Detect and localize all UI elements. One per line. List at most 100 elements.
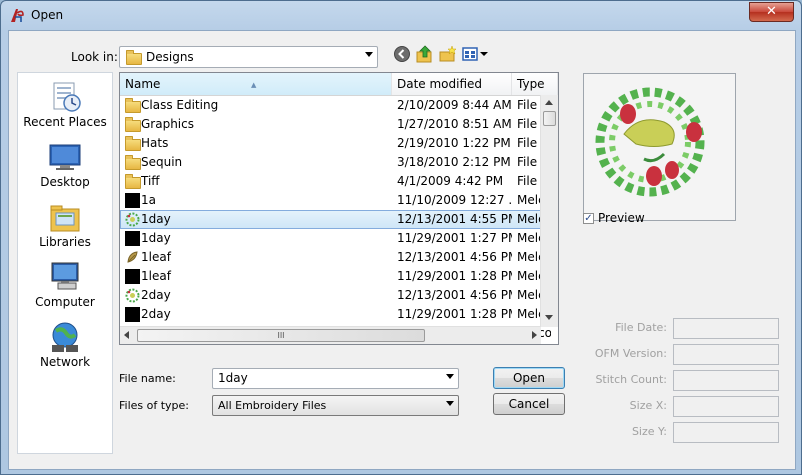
- info-field-label: OFM Version:: [594, 347, 667, 360]
- views-menu-icon: [462, 47, 478, 61]
- column-header-date[interactable]: Date modified: [392, 73, 512, 95]
- file-icon-cell: [125, 153, 142, 172]
- vertical-scrollbar[interactable]: [540, 95, 558, 327]
- place-label: Network: [39, 355, 91, 369]
- file-row[interactable]: 1day 12/13/2001 4:55 PM Melco: [120, 210, 551, 230]
- column-header-type[interactable]: Type: [512, 73, 558, 95]
- preview-checkbox[interactable]: ✓: [583, 213, 594, 224]
- file-list[interactable]: Name ▲ Date modified Type Class Editing 2…: [119, 72, 559, 345]
- chevron-down-icon: [446, 374, 454, 379]
- file-icon-cell: [125, 115, 142, 134]
- places-bar: Recent Places Desktop Libraries Computer: [17, 72, 113, 454]
- file-date-cell: 12/13/2001 4:56 PM: [397, 288, 512, 302]
- scroll-down-icon[interactable]: [545, 315, 553, 320]
- place-label: Desktop: [40, 175, 90, 189]
- horizontal-scrollbar[interactable]: III: [120, 326, 541, 344]
- file-row[interactable]: Graphics1/27/2010 8:51 AMFile fol: [120, 115, 551, 134]
- file-row[interactable]: 2day 11/29/2001 1:28 PM Melco: [120, 305, 551, 324]
- file-name-cell: 1day: [141, 231, 171, 245]
- file-name-cell: Tiff: [141, 174, 160, 188]
- embroidery-preview-image: [595, 87, 705, 197]
- back-icon[interactable]: [393, 45, 411, 63]
- place-libraries[interactable]: Libraries: [18, 201, 112, 249]
- file-row[interactable]: Sequin3/18/2010 2:12 PMFile fol: [120, 153, 551, 172]
- scroll-up-icon[interactable]: [545, 100, 553, 105]
- place-recent-places[interactable]: Recent Places: [18, 81, 112, 129]
- file-date-cell: 11/10/2009 12:27 ...: [397, 193, 512, 207]
- info-field-label: File Date:: [615, 321, 667, 334]
- desktop-icon: [48, 141, 82, 173]
- black-thumbnail-icon: [125, 307, 140, 322]
- file-row[interactable]: 1day 11/29/2001 1:27 PM Melco: [120, 229, 551, 248]
- horizontal-scroll-thumb[interactable]: III: [137, 329, 425, 342]
- file-row[interactable]: 1a 11/10/2009 12:27 ... Melco: [120, 191, 551, 210]
- info-field-value: [673, 422, 779, 443]
- folder-icon: [125, 155, 141, 170]
- look-in-value: Designs: [146, 50, 194, 64]
- black-thumbnail-icon: [125, 269, 140, 284]
- file-name-input[interactable]: 1day: [212, 368, 459, 389]
- column-header-row: Name ▲ Date modified Type: [120, 73, 558, 96]
- info-field-value: [673, 344, 779, 365]
- wreath-design-icon: [125, 212, 140, 227]
- column-label: Type: [517, 77, 545, 91]
- column-label: Name: [125, 77, 161, 91]
- new-folder-icon[interactable]: [439, 45, 457, 63]
- column-label: Date modified: [397, 77, 483, 91]
- file-date-cell: 11/29/2001 1:27 PM: [397, 231, 512, 245]
- file-row[interactable]: 1leaf 12/13/2001 4:56 PM Melco: [120, 248, 551, 267]
- info-field-label: Size X:: [629, 399, 667, 412]
- folder-icon: [125, 136, 141, 151]
- look-in-label: Look in:: [71, 50, 118, 64]
- open-dialog: Open ✕ Look in: Designs Recent Places De…: [0, 0, 802, 475]
- app-logo-icon: [11, 9, 24, 22]
- info-field-value: [673, 318, 779, 339]
- leaf-design-icon: [127, 251, 138, 263]
- file-type-dropdown[interactable]: All Embroidery Files: [212, 395, 459, 416]
- place-network[interactable]: Network: [18, 321, 112, 369]
- file-date-cell: 1/27/2010 8:51 AM: [397, 117, 512, 131]
- file-name-value: 1day: [218, 371, 248, 385]
- file-date-cell: 11/29/2001 1:28 PM: [397, 307, 512, 321]
- place-label: Libraries: [39, 235, 91, 249]
- file-icon-cell: [125, 191, 142, 210]
- file-name-cell: 1a: [141, 193, 156, 207]
- column-header-name[interactable]: Name ▲: [120, 73, 392, 95]
- computer-icon: [48, 261, 82, 293]
- file-date-cell: 2/19/2010 1:22 PM: [397, 136, 511, 150]
- black-thumbnail-icon: [125, 231, 140, 246]
- vertical-scroll-thumb[interactable]: [543, 111, 556, 126]
- title-bar[interactable]: Open ✕: [1, 1, 801, 29]
- info-field-value: [673, 370, 779, 391]
- file-row[interactable]: Class Editing2/10/2009 8:44 AMFile fol: [120, 96, 551, 115]
- close-button[interactable]: ✕: [749, 2, 794, 22]
- file-icon-cell: [125, 305, 142, 324]
- place-label: Computer: [35, 295, 95, 309]
- file-date-cell: 4/1/2009 4:42 PM: [397, 174, 504, 188]
- libraries-icon: [48, 201, 82, 233]
- file-date-cell: 11/29/2001 1:28 PM: [397, 269, 512, 283]
- file-row[interactable]: Hats2/19/2010 1:22 PMFile fol: [120, 134, 551, 153]
- recent-places-icon: [48, 81, 82, 113]
- look-in-dropdown[interactable]: Designs: [119, 46, 378, 68]
- file-name-cell: 2day: [141, 288, 171, 302]
- scroll-left-icon[interactable]: [124, 331, 129, 339]
- chevron-down-icon: [480, 52, 488, 56]
- up-folder-icon[interactable]: [416, 45, 434, 63]
- file-name-cell: 2day: [141, 307, 171, 321]
- file-row[interactable]: 2day 12/13/2001 4:56 PM Melco: [120, 286, 551, 305]
- folder-icon: [125, 98, 141, 113]
- place-computer[interactable]: Computer: [18, 261, 112, 309]
- file-name-cell: 1leaf: [141, 250, 171, 264]
- file-row[interactable]: 1leaf 11/29/2001 1:28 PM Melco: [120, 267, 551, 286]
- preview-label: Preview: [598, 211, 645, 225]
- file-icon-cell: [125, 211, 142, 230]
- file-icon-cell: [125, 248, 142, 267]
- chevron-down-icon: [365, 52, 373, 57]
- place-desktop[interactable]: Desktop: [18, 141, 112, 189]
- file-row[interactable]: Tiff4/1/2009 4:42 PMFile fol: [120, 172, 551, 191]
- views-menu-button[interactable]: [462, 45, 490, 63]
- file-name-cell: Graphics: [141, 117, 194, 131]
- folder-icon: [125, 174, 141, 189]
- wreath-design-icon: [125, 288, 140, 303]
